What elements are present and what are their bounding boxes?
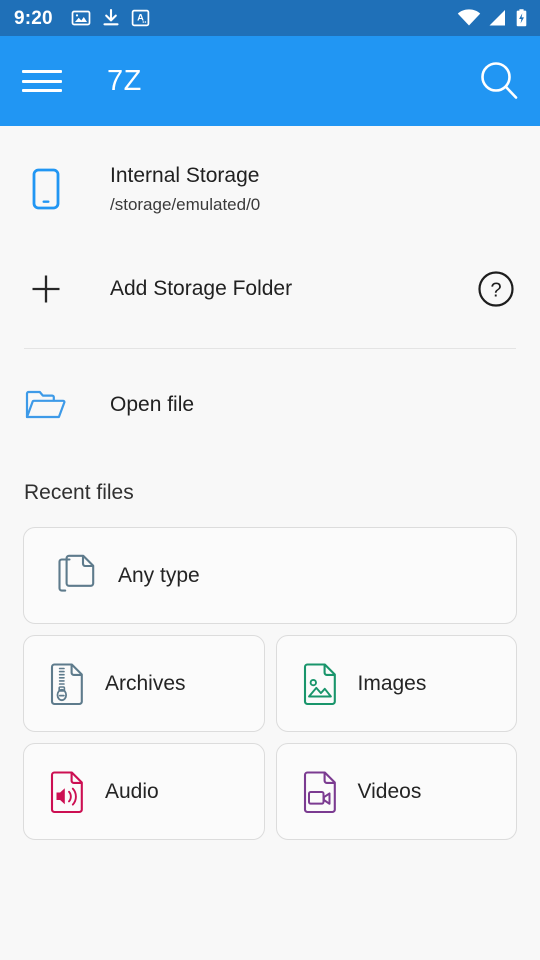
internal-storage-texts: Internal Storage /storage/emulated/0 — [110, 163, 260, 215]
images-icon-wrap — [299, 662, 341, 706]
recent-card-audio[interactable]: Audio — [23, 743, 265, 840]
hamburger-line — [22, 79, 62, 83]
recent-card-archives[interactable]: Archives — [23, 635, 265, 732]
videos-icon-wrap — [299, 770, 341, 814]
open-file-item[interactable]: Open file — [0, 375, 540, 435]
status-bar-system-icons — [457, 8, 528, 28]
help-button[interactable]: ? — [476, 269, 516, 309]
section-divider — [24, 348, 516, 349]
hamburger-line — [22, 70, 62, 73]
hamburger-menu-icon[interactable] — [22, 66, 62, 96]
recent-card-label: Archives — [105, 672, 186, 695]
status-bar-notification-icons: A — [71, 8, 150, 28]
recent-card-label: Audio — [105, 780, 159, 803]
hamburger-line — [22, 89, 62, 92]
internal-storage-path: /storage/emulated/0 — [110, 194, 261, 214]
archive-zip-file-icon — [50, 662, 83, 705]
search-button[interactable] — [476, 58, 522, 104]
audio-file-icon — [50, 770, 83, 813]
recent-files-heading: Recent files — [24, 481, 134, 504]
any-type-icon-wrap — [56, 553, 98, 599]
wifi-icon — [457, 9, 481, 26]
svg-text:A: A — [137, 12, 144, 23]
open-folder-icon — [25, 390, 66, 419]
status-clock: 9:20 — [14, 7, 53, 29]
recent-card-videos[interactable]: Videos — [275, 743, 517, 840]
internal-storage-title: Internal Storage — [110, 164, 260, 188]
phone-storage-icon — [32, 168, 60, 210]
help-circle-icon: ? — [478, 271, 514, 307]
add-storage-label: Add Storage Folder — [110, 276, 293, 300]
download-icon — [103, 8, 119, 26]
archives-icon-wrap — [46, 662, 88, 706]
gallery-icon — [71, 10, 91, 26]
recent-card-label: Images — [357, 672, 427, 695]
audio-icon-wrap — [46, 770, 88, 814]
recent-card-label: Videos — [357, 780, 422, 803]
app-bar: 7Z — [0, 36, 540, 126]
video-file-icon — [303, 770, 336, 813]
open-file-icon-wrap — [24, 388, 68, 422]
svg-text:?: ? — [490, 280, 501, 302]
main-content: Internal Storage /storage/emulated/0 Add… — [0, 150, 540, 840]
cellular-signal-icon — [489, 10, 505, 26]
recent-cards-row-2: Audio Videos — [23, 743, 517, 840]
open-file-texts: Open file — [110, 392, 194, 418]
documents-copy-icon — [58, 554, 95, 592]
search-icon — [481, 62, 518, 99]
text-a-icon: A — [131, 9, 150, 27]
recent-cards-row-1: Archives Images — [23, 635, 517, 732]
recent-card-any-type[interactable]: Any type — [23, 527, 517, 624]
add-storage-texts: Add Storage Folder — [110, 276, 292, 302]
add-storage-folder-item[interactable]: Add Storage Folder ? — [0, 256, 540, 322]
image-file-icon — [303, 662, 336, 705]
internal-storage-icon-wrap — [24, 168, 68, 210]
status-bar: 9:20 A — [0, 0, 540, 36]
plus-icon — [32, 275, 60, 303]
add-storage-icon-wrap — [24, 272, 68, 306]
internal-storage-item[interactable]: Internal Storage /storage/emulated/0 — [0, 150, 540, 228]
recent-card-label: Any type — [118, 564, 200, 587]
battery-charging-icon — [516, 9, 527, 27]
recent-files-cards: Any type Archives Images Audio Videos — [0, 527, 540, 840]
app-title: 7Z — [107, 64, 142, 97]
open-file-label: Open file — [110, 392, 195, 416]
recent-card-images[interactable]: Images — [275, 635, 517, 732]
